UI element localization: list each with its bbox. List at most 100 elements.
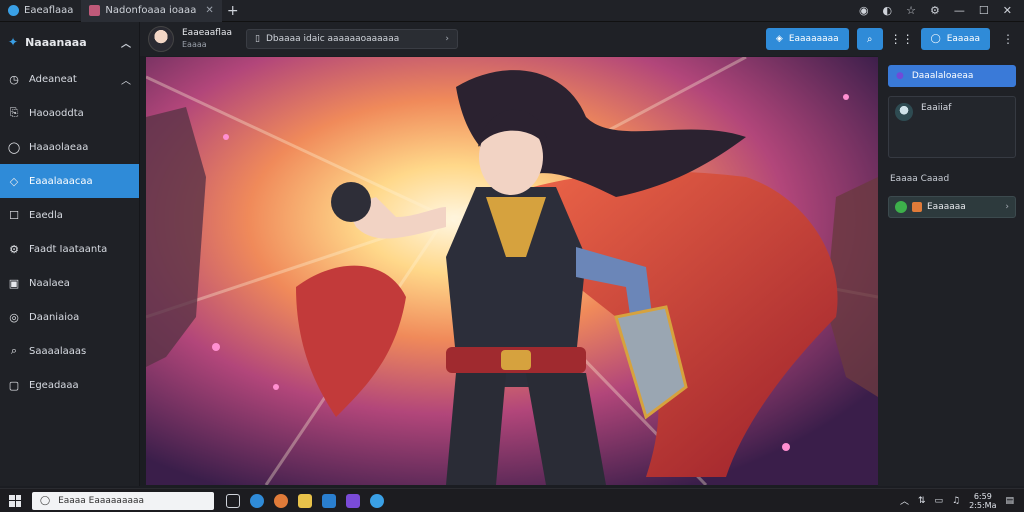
- square-icon: ☐: [9, 208, 19, 222]
- display-icon[interactable]: ▭: [935, 496, 944, 506]
- sidebar-item-label: Naalaea: [29, 277, 70, 289]
- right-panel-button-label: Daaalaloaeaa: [911, 71, 974, 81]
- list-item[interactable]: Eaaaaaa ›: [888, 196, 1016, 218]
- sidebar-item-eaedla[interactable]: ☐ Eaedla: [0, 198, 139, 232]
- sidebar-item-label: Adeaneat: [29, 73, 77, 85]
- artwork-image: [146, 57, 878, 485]
- main-header: Eaaeaaflaa Eaaaa ▯ Dbaaaa idaic aaaaaaoa…: [140, 22, 1024, 56]
- file-explorer-icon[interactable]: [298, 493, 312, 508]
- store-icon[interactable]: [322, 493, 336, 508]
- tab-artwork[interactable]: Nadonfoaaa ioaaa ✕: [81, 0, 222, 22]
- notification-icon[interactable]: ▤: [1005, 496, 1014, 506]
- chevron-up-icon[interactable]: ︿: [121, 35, 131, 50]
- browser-icon[interactable]: [370, 493, 384, 508]
- section-label: Eaaaa Caaad: [890, 174, 950, 184]
- sidebar-item-adeaneat[interactable]: ◷ Adeaneat ︿: [0, 62, 139, 96]
- taskbar-search-placeholder: Eaaaa Eaaaaaaaaa: [58, 495, 145, 506]
- tab-label: Eaeaflaaa: [24, 5, 74, 16]
- profile-card-title: Eaaiiaf: [921, 103, 952, 113]
- user-name: Eaaeaaflaa: [182, 28, 232, 38]
- share-button[interactable]: ◯ Eaaaaa: [920, 28, 990, 50]
- sidebar-item-haaaolaeaa[interactable]: ◯ Haaaolaeaa: [0, 130, 139, 164]
- window-controls: ◉ ◐ ☆ ⚙ — ☐ ✕: [859, 4, 1024, 17]
- minimize-button[interactable]: —: [954, 4, 965, 17]
- task-view-icon[interactable]: [226, 493, 240, 508]
- more-options-icon[interactable]: ⋮: [998, 32, 1018, 46]
- chevron-right-icon[interactable]: ›: [445, 34, 449, 44]
- sidebar-item-naalaea[interactable]: ▣ Naalaea: [0, 266, 139, 300]
- windows-logo-icon: [9, 494, 21, 507]
- user-meta: Eaaeaaflaa Eaaaa: [182, 27, 232, 51]
- header-actions: ◈ Eaaaaaaaa ⌕ ⋮⋮ ◯ Eaaaaa ⋮: [765, 28, 1024, 50]
- search-icon: ⌕: [10, 344, 18, 357]
- search-button[interactable]: ⌕: [856, 28, 883, 50]
- maximize-button[interactable]: ☐: [979, 4, 989, 17]
- profile-icon[interactable]: ◐: [883, 4, 893, 17]
- start-button[interactable]: [0, 494, 30, 507]
- sidebar-item-egeadaaa[interactable]: ▢ Egeadaaa: [0, 368, 139, 402]
- image-icon: ▣: [8, 276, 20, 290]
- taskbar-search[interactable]: ◯ Eaaaa Eaaaaaaaaa: [32, 491, 214, 510]
- sidebar-item-label: Eaedla: [29, 209, 63, 221]
- search-icon: ◯: [40, 495, 51, 506]
- close-tab-icon[interactable]: ✕: [205, 5, 213, 16]
- new-tab-button[interactable]: +: [222, 3, 244, 19]
- right-panel-button[interactable]: ● Daaalaloaeaa: [888, 65, 1016, 87]
- volume-icon[interactable]: ♫: [952, 496, 960, 506]
- user-subtitle: Eaaaa: [182, 40, 207, 49]
- tab-browser[interactable]: Eaeaflaaa: [0, 0, 81, 22]
- generate-button[interactable]: ◈ Eaaaaaaaa: [765, 28, 849, 50]
- clock[interactable]: 6:59 2:5:Ma: [969, 492, 996, 510]
- avatar[interactable]: [148, 26, 174, 52]
- sidebar-item-saaaalaaas[interactable]: ⌕ Saaaalaaas: [0, 334, 139, 368]
- bookmark-star-icon[interactable]: ☆: [906, 4, 916, 17]
- avatar: [895, 103, 913, 121]
- folder-icon: ▢: [8, 378, 20, 392]
- artwork-canvas[interactable]: [146, 57, 878, 485]
- taskbar-apps: [226, 493, 384, 508]
- sidebar-item-faadt[interactable]: ⚙ Faadt Iaataanta: [0, 232, 139, 266]
- sparkle-icon: ◈: [775, 34, 783, 44]
- status-icon: [895, 201, 907, 213]
- app-icon[interactable]: [346, 493, 360, 508]
- extensions-icon[interactable]: ◉: [859, 4, 869, 17]
- prompt-bar[interactable]: ▯ Dbaaaa idaic aaaaaaoaaaaaa ›: [245, 29, 458, 49]
- tag-icon: ◇: [9, 174, 19, 188]
- list-item-label: Eaaaaaa: [927, 202, 966, 212]
- share-button-label: Eaaaaa: [946, 34, 980, 44]
- bookmark-icon: ⎘: [9, 106, 19, 119]
- clock-date: 2:5:Ma: [969, 500, 997, 510]
- browser-icon: [8, 5, 19, 16]
- sidebar-header[interactable]: ✦ Naaanaaa ︿: [0, 22, 139, 62]
- sidebar-item-haoaoddta[interactable]: ⎘ Haoaoddta: [0, 96, 139, 130]
- apps-grid-icon[interactable]: ⋮⋮: [890, 28, 914, 50]
- edge-icon[interactable]: [250, 493, 264, 508]
- chevron-right-icon[interactable]: ›: [1005, 202, 1009, 212]
- profile-card[interactable]: Eaaiiaf: [888, 96, 1016, 158]
- clock-time: 6:59: [973, 491, 992, 501]
- sidebar-item-label: Haoaoddta: [29, 107, 84, 119]
- chat-icon: ◯: [7, 140, 21, 154]
- sidebar-item-label: Egeadaaa: [29, 379, 79, 391]
- sidebar-item-label: Daaniaioa: [29, 311, 80, 323]
- app-icon: [912, 202, 922, 212]
- right-panel: ● Daaalaloaeaa Eaaiiaf Eaaaa Caaad Eaaaa…: [878, 56, 1024, 486]
- system-tray: ︿ ⇅ ▭ ♫ 6:59 2:5:Ma ▤: [900, 492, 1024, 510]
- sidebar-item-daaniaioa[interactable]: ◎ Daaniaioa: [0, 300, 139, 334]
- settings-icon[interactable]: ⚙: [930, 4, 940, 17]
- sidebar-item-eaaalaaacaa[interactable]: ◇ Eaaalaaacaa: [0, 164, 139, 198]
- sidebar: ✦ Naaanaaa ︿ ◷ Adeaneat ︿ ⎘ Haoaoddta ◯ …: [0, 22, 140, 486]
- chevron-up-icon[interactable]: ︿: [121, 72, 131, 87]
- circle-icon: ◯: [930, 34, 941, 44]
- dot-icon: ●: [896, 71, 904, 81]
- sidebar-item-label: Saaaalaaas: [29, 345, 87, 357]
- sidebar-item-label: Haaaolaeaa: [29, 141, 89, 153]
- firefox-icon[interactable]: [274, 493, 288, 508]
- close-button[interactable]: ✕: [1003, 4, 1012, 17]
- chevron-up-icon[interactable]: ︿: [900, 494, 909, 507]
- tab-label: Nadonfoaaa ioaaa: [105, 5, 197, 16]
- sidebar-item-label: Faadt Iaataanta: [29, 243, 108, 255]
- document-icon: ▯: [254, 34, 260, 44]
- gear-icon: ⚙: [9, 242, 19, 256]
- network-icon[interactable]: ⇅: [918, 496, 926, 506]
